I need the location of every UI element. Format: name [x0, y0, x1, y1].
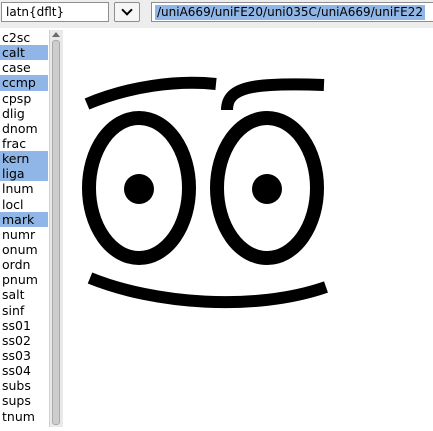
feature-item-ordn[interactable]: ordn	[0, 257, 48, 272]
feature-item-lnum[interactable]: lnum	[0, 181, 48, 196]
feature-item-ss01[interactable]: ss01	[0, 318, 48, 333]
feature-item-case[interactable]: case	[0, 60, 48, 75]
right-eye-dot	[252, 174, 282, 204]
feature-list-scrollbar[interactable]	[49, 30, 63, 427]
feature-item-calt[interactable]: calt	[0, 45, 48, 61]
glyph-sequence-text: /uniA669/uniFE20/uni035C/uniA669/uniFE22	[155, 5, 425, 20]
feature-item-onum[interactable]: onum	[0, 242, 48, 257]
toolbar: latn{dflt} /uniA669/uniFE20/uni035C/uniA…	[0, 0, 433, 28]
scroll-up-arrow-icon[interactable]	[52, 32, 60, 37]
feature-list: c2sc calt case ccmp cpsp dlig dnom frac kern liga…	[0, 30, 48, 427]
right-breve-mark	[221, 78, 325, 111]
feature-item-subs[interactable]: subs	[0, 378, 48, 393]
script-dropdown-button[interactable]	[114, 2, 140, 22]
feature-item-kern[interactable]: kern	[0, 151, 48, 167]
feature-item-tnum[interactable]: tnum	[0, 409, 48, 424]
script-language-field[interactable]: latn{dflt}	[1, 2, 109, 22]
feature-item-sinf[interactable]: sinf	[0, 303, 48, 318]
feature-item-ss02[interactable]: ss02	[0, 333, 48, 348]
feature-item-ccmp[interactable]: ccmp	[0, 75, 48, 91]
feature-item-salt[interactable]: salt	[0, 287, 48, 302]
left-breve-mark	[84, 76, 217, 110]
feature-item-cpsp[interactable]: cpsp	[0, 91, 48, 106]
feature-item-locl[interactable]: locl	[0, 197, 48, 212]
combining-double-breve-below	[87, 272, 328, 309]
feature-item-dlig[interactable]: dlig	[0, 106, 48, 121]
glyph-rendering	[82, 76, 328, 309]
feature-item-ss03[interactable]: ss03	[0, 348, 48, 363]
feature-item-dnom[interactable]: dnom	[0, 121, 48, 136]
feature-item-pnum[interactable]: pnum	[0, 272, 48, 287]
feature-item-numr[interactable]: numr	[0, 227, 48, 242]
glyph-preview	[64, 30, 433, 427]
feature-item-ss04[interactable]: ss04	[0, 363, 48, 378]
feature-item-liga[interactable]: liga	[0, 166, 48, 182]
left-eye-dot	[124, 174, 154, 204]
feature-item-c2sc[interactable]: c2sc	[0, 30, 48, 45]
chevron-down-icon	[121, 4, 133, 16]
feature-item-frac[interactable]: frac	[0, 136, 48, 151]
feature-item-sups[interactable]: sups	[0, 393, 48, 408]
glyph-sequence-input[interactable]: /uniA669/uniFE20/uni035C/uniA669/uniFE22	[151, 2, 433, 22]
feature-item-mark[interactable]: mark	[0, 211, 48, 227]
scroll-thumb[interactable]	[52, 40, 60, 425]
